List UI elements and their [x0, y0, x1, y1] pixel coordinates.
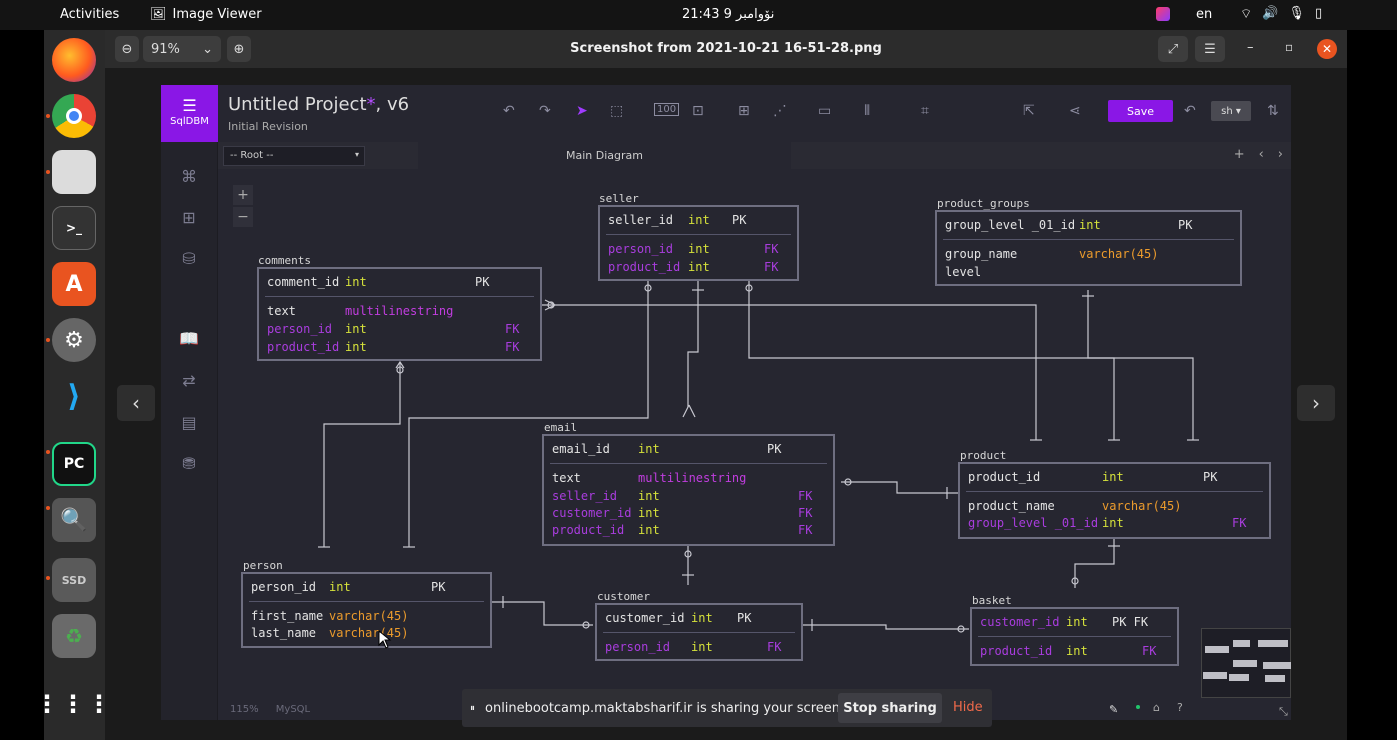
- stop-sharing-button[interactable]: Stop sharing: [838, 693, 942, 723]
- minimap-table: [1233, 640, 1250, 647]
- activities-button[interactable]: Activities: [60, 7, 119, 22]
- chevron-right-icon: ›: [1312, 391, 1320, 415]
- minimap-table: [1258, 640, 1288, 647]
- app-indicator-icon[interactable]: [1156, 7, 1170, 21]
- status-database: MySQL: [275, 704, 311, 715]
- close-button[interactable]: ✕: [1317, 39, 1337, 59]
- firefox-icon[interactable]: [52, 38, 96, 82]
- table-product[interactable]: product_id int PK product_name varchar(45) …: [958, 462, 1271, 539]
- minimap-table: [1265, 675, 1285, 682]
- fullscreen-icon: ⤢: [1167, 41, 1179, 57]
- graduation-icon: ⌂: [1153, 701, 1160, 714]
- maximize-button[interactable]: ▫: [1285, 40, 1293, 54]
- microphone-icon: 🎙: [1288, 6, 1305, 21]
- menu-button[interactable]: ☰: [1195, 36, 1225, 62]
- close-icon: ✕: [1321, 42, 1333, 56]
- maximize-icon: ▫: [1285, 40, 1294, 54]
- table-name-product-groups: product_groups: [937, 197, 1030, 210]
- chevron-left-icon: ‹: [132, 391, 140, 415]
- table-name-product: product: [960, 449, 1007, 462]
- running-indicator: [46, 450, 50, 454]
- fullscreen-button[interactable]: ⤢: [1158, 36, 1188, 62]
- pause-icon: ⏸: [470, 702, 475, 714]
- table-customer[interactable]: customer_id int PK person_id int FK: [595, 603, 803, 661]
- running-indicator: [46, 114, 50, 118]
- table-email[interactable]: email_id int PK text multilinestring seller…: [542, 434, 835, 546]
- gnome-top-bar: Activities 🖼 Image Viewer 21:43 نۆوامبر …: [0, 0, 1397, 30]
- terminal-icon[interactable]: >_: [52, 206, 96, 250]
- minimap-table: [1233, 660, 1257, 667]
- edit-icon: ✎: [1109, 703, 1119, 716]
- running-indicator: [46, 576, 50, 580]
- status-bar: 115% MySQL: [230, 704, 310, 715]
- battery-icon: ▯: [1314, 6, 1323, 21]
- table-comments[interactable]: comment_id int PK text multilinestring pers…: [257, 267, 542, 361]
- help-icon: ?: [1177, 701, 1183, 714]
- minimize-button[interactable]: –: [1247, 40, 1254, 55]
- volume-icon: 🔊: [1262, 6, 1279, 21]
- sharing-message: onlinebootcamp.maktabsharif.ir is sharin…: [485, 700, 845, 716]
- minimap[interactable]: [1201, 628, 1291, 698]
- minimize-icon: –: [1247, 40, 1254, 55]
- vscode-icon[interactable]: ⟩: [52, 374, 96, 418]
- online-status-dot: [1136, 705, 1140, 709]
- row-separator: [943, 239, 1234, 240]
- hide-button[interactable]: Hide: [953, 700, 983, 715]
- software-icon[interactable]: A: [52, 262, 96, 306]
- running-indicator: [46, 338, 50, 342]
- chrome-icon[interactable]: [52, 94, 96, 138]
- resize-icon: ⤡: [1279, 705, 1288, 718]
- pycharm-icon[interactable]: PC: [52, 442, 96, 486]
- viewer-header-bar: ⊖ 91% ⌄ ⊕ Screenshot from 2021-10-21 16-…: [105, 30, 1347, 68]
- pycharm-label: PC: [63, 456, 85, 472]
- table-basket[interactable]: customer_id int PK FK product_id int FK: [970, 607, 1179, 666]
- clock[interactable]: 21:43 نۆوامبر 9: [682, 7, 774, 22]
- system-tray[interactable]: ⌔ 🔊 🎙 ▯: [1240, 6, 1322, 22]
- table-name-customer: customer: [597, 590, 650, 603]
- table-name-basket: basket: [972, 594, 1012, 607]
- dock: >_ A ⚙ ⟩ PC 🔍 SSD ♻ ⋮⋮⋮: [35, 30, 111, 740]
- mouse-cursor-icon: [378, 630, 392, 649]
- minimap-table: [1229, 674, 1249, 681]
- previous-image-button[interactable]: ‹: [117, 385, 155, 421]
- language-indicator[interactable]: en: [1196, 7, 1212, 22]
- row-separator: [606, 234, 791, 235]
- table-name-person: person: [243, 559, 283, 572]
- ssd-drive-icon[interactable]: SSD: [52, 558, 96, 602]
- row-separator: [966, 491, 1263, 492]
- table-person[interactable]: person_id int PK first_name varchar(45) las…: [241, 572, 492, 648]
- table-seller[interactable]: seller_id int PK person_id int FK product_id…: [598, 205, 799, 281]
- hamburger-icon: ☰: [1204, 41, 1216, 57]
- screen-sharing-bar: ⏸ onlinebootcamp.maktabsharif.ir is shar…: [462, 689, 992, 727]
- app-name: Image Viewer: [172, 7, 262, 22]
- table-name-comments: comments: [258, 254, 311, 267]
- settings-icon[interactable]: ⚙: [52, 318, 96, 362]
- table-product-groups[interactable]: group_level _01_id int PK group_name varcha…: [935, 210, 1242, 286]
- minimap-table: [1205, 646, 1229, 653]
- row-separator: [265, 296, 534, 297]
- next-image-button[interactable]: ›: [1297, 385, 1335, 421]
- row-separator: [978, 636, 1171, 637]
- wifi-icon: ⌔: [1240, 7, 1253, 22]
- table-name-email: email: [544, 421, 578, 434]
- row-separator: [550, 463, 827, 464]
- ssd-label: SSD: [61, 573, 87, 587]
- app-grid-icon[interactable]: ⋮⋮⋮: [35, 682, 111, 726]
- minimap-table: [1203, 672, 1227, 679]
- row-separator: [603, 632, 795, 633]
- image-viewer-icon[interactable]: 🔍: [52, 498, 96, 542]
- displayed-image: ☰ SqlDBM Untitled Project*, v6 Initial R…: [161, 85, 1291, 720]
- minimap-table: [1263, 662, 1291, 669]
- row-separator: [249, 601, 484, 602]
- trash-icon[interactable]: ♻: [52, 614, 96, 658]
- status-zoom: 115%: [230, 704, 259, 715]
- app-menu[interactable]: 🖼 Image Viewer: [150, 7, 262, 22]
- table-name-seller: seller: [599, 192, 639, 205]
- image-viewer-app-icon: 🖼: [150, 7, 167, 22]
- files-icon[interactable]: [52, 150, 96, 194]
- running-indicator: [46, 170, 50, 174]
- running-indicator: [46, 506, 50, 510]
